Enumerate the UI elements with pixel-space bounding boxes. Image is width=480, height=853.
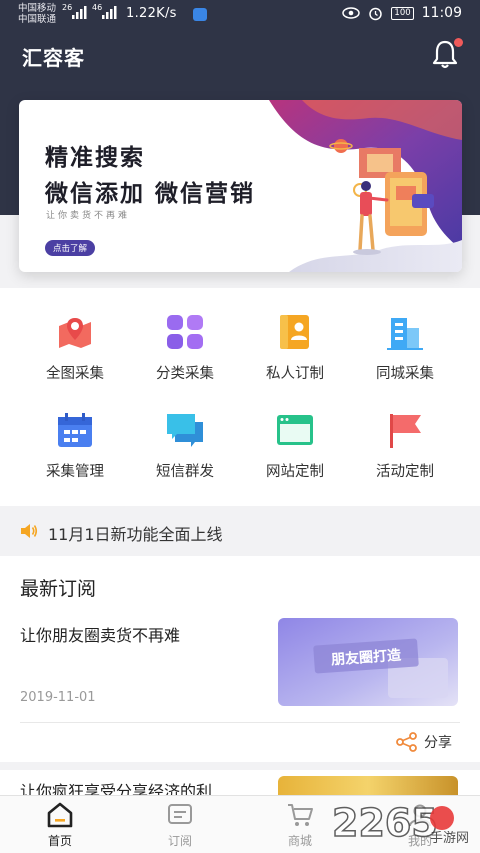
latest-subscriptions: 最新订阅 让你朋友圈卖货不再难 2019-11-01 朋友圈打造 分享 xyxy=(0,556,480,762)
cart-icon xyxy=(288,804,313,826)
feature-grid: 全图采集 分类采集 私人订制 同城采集 采集管理 短信群发 网站定制 活动定制 xyxy=(0,288,480,506)
banner-heading-2: 微信添加 微信营销 xyxy=(45,181,256,207)
signal-label-2: 46 xyxy=(92,3,103,12)
browser-window-icon xyxy=(277,415,313,445)
promo-banner[interactable]: 精准搜索 微信添加 微信营销 让你卖货不再难 点击了解 xyxy=(19,100,462,272)
chat-bubbles-icon xyxy=(167,414,203,447)
site-watermark: 2265 手游网 xyxy=(331,800,469,846)
clock: 11:09 xyxy=(421,5,462,21)
feature-label: 活动定制 xyxy=(376,464,434,480)
tab-subscribe[interactable]: 订阅 xyxy=(120,796,240,853)
tab-home[interactable]: 首页 xyxy=(0,796,120,853)
signal-bars-icon xyxy=(72,6,87,19)
banner-learn-more-button[interactable]: 点击了解 xyxy=(45,240,96,256)
city-buildings-icon xyxy=(387,318,423,350)
feature-all-map-collect[interactable]: 全图采集 xyxy=(20,302,130,392)
speaker-icon xyxy=(21,524,38,538)
feature-event-custom[interactable]: 活动定制 xyxy=(350,400,460,490)
feature-label: 网站定制 xyxy=(266,464,324,480)
watermark-brand: 2265 xyxy=(332,801,438,845)
signal-bars-2-icon xyxy=(102,6,117,19)
thumbnail-art: 朋友圈打造 xyxy=(278,618,458,706)
article-card[interactable]: 让你朋友圈卖货不再难 2019-11-01 朋友圈打造 xyxy=(0,614,480,724)
tab-label: 首页 xyxy=(47,834,72,848)
signal-label-1: 26 xyxy=(62,3,73,12)
feature-collect-manage[interactable]: 采集管理 xyxy=(20,400,130,490)
carrier-names: 中国移动 中国联通 xyxy=(18,3,56,25)
article-title: 让你朋友圈卖货不再难 xyxy=(20,626,181,645)
flag-icon xyxy=(390,414,421,448)
share-label: 分享 xyxy=(424,735,452,751)
notification-app-icon xyxy=(193,8,207,21)
share-button[interactable]: 分享 xyxy=(396,732,452,752)
share-icon xyxy=(396,732,417,752)
calendar-icon xyxy=(58,413,92,447)
banner-heading-1: 精准搜索 xyxy=(45,145,145,171)
feature-category-collect[interactable]: 分类采集 xyxy=(130,302,240,392)
tab-label: 订阅 xyxy=(167,834,192,848)
feature-website-custom[interactable]: 网站定制 xyxy=(240,400,350,490)
battery-indicator: 100 xyxy=(391,6,414,20)
map-pin-icon xyxy=(59,318,91,348)
feature-label: 全图采集 xyxy=(46,366,104,382)
feature-label: 分类采集 xyxy=(156,366,214,382)
feature-label: 采集管理 xyxy=(46,464,104,480)
banner-subtitle: 让你卖货不再难 xyxy=(46,211,131,221)
feature-private-custom[interactable]: 私人订制 xyxy=(240,302,350,392)
app-title: 汇容客 xyxy=(22,46,85,70)
alarm-icon xyxy=(369,7,383,20)
feature-sms-broadcast[interactable]: 短信群发 xyxy=(130,400,240,490)
status-bar: 中国移动 中国联通 26 46 1.22K/s 100 11:09 xyxy=(0,0,480,30)
home-icon xyxy=(47,802,73,828)
network-speed: 1.22K/s xyxy=(126,6,177,21)
announcement-text: 11月1日新功能全面上线 xyxy=(48,525,223,544)
announcement-bar[interactable]: 11月1日新功能全面上线 xyxy=(0,508,480,554)
contact-book-icon xyxy=(280,315,309,349)
feature-same-city-collect[interactable]: 同城采集 xyxy=(350,302,460,392)
grid-icon xyxy=(167,315,203,349)
notification-badge xyxy=(454,38,463,47)
article-thumbnail: 朋友圈打造 xyxy=(278,618,458,706)
divider xyxy=(20,722,460,723)
carrier-1: 中国移动 xyxy=(18,3,57,14)
eye-icon xyxy=(342,7,361,19)
feature-label: 同城采集 xyxy=(376,366,434,382)
carrier-2: 中国联通 xyxy=(18,14,57,25)
article-date: 2019-11-01 xyxy=(20,690,96,705)
feature-label: 私人订制 xyxy=(266,366,324,382)
feature-label: 短信群发 xyxy=(156,464,214,480)
watermark-site: 手游网 xyxy=(430,831,469,846)
status-right: 100 11:09 xyxy=(342,5,462,21)
subscribe-icon xyxy=(168,804,192,824)
section-title: 最新订阅 xyxy=(20,578,97,600)
